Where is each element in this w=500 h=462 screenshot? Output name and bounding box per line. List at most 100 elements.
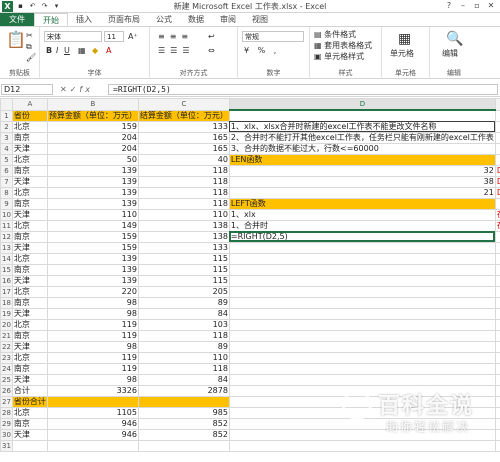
cell-settlement[interactable]: 852 — [137, 428, 230, 441]
cell-budget[interactable]: 204 — [46, 142, 139, 155]
cell-d[interactable] — [228, 109, 496, 122]
tab-insert[interactable]: 插入 — [68, 13, 100, 26]
cell-d[interactable]: 21 — [228, 186, 496, 199]
row-header[interactable]: 25 — [0, 373, 13, 386]
row-header[interactable]: 7 — [0, 175, 13, 188]
cell-d[interactable]: 1、xlx、xlsx合并时新建的excel工作表不能更改文件名称 — [228, 120, 496, 133]
cell-d[interactable]: 3、合并的数据不能过大，行数<=60000 — [228, 142, 496, 155]
cell-settlement[interactable]: 结算金额（单位：万元） — [137, 109, 230, 122]
cell-d[interactable]: 32 — [228, 164, 496, 177]
tab-home[interactable]: 开始 — [34, 13, 68, 26]
cell-e[interactable] — [494, 362, 500, 375]
cell-d[interactable] — [228, 329, 496, 342]
currency-percent-icons[interactable]: ¥ % , — [244, 46, 279, 56]
cell-settlement[interactable]: 110 — [137, 208, 230, 221]
row-header[interactable]: 23 — [0, 351, 13, 364]
row-header[interactable]: 2 — [0, 120, 13, 133]
cell-e[interactable] — [494, 263, 500, 276]
cell-province[interactable]: 南京 — [11, 197, 48, 210]
column-header-d[interactable]: D — [228, 98, 496, 111]
cell-d[interactable] — [228, 241, 496, 254]
cell-settlement[interactable] — [137, 439, 230, 452]
customize-qat-icon[interactable]: ▾ — [52, 2, 61, 11]
cell-province[interactable] — [11, 439, 48, 452]
cell-province[interactable]: 南京 — [11, 362, 48, 375]
cell-budget[interactable]: 139 — [46, 186, 139, 199]
cell-province[interactable]: 北京 — [11, 318, 48, 331]
row-header[interactable]: 13 — [0, 241, 13, 254]
cell-budget[interactable]: 139 — [46, 263, 139, 276]
cell-e[interactable]: 在D3从左往右提取6个字符 — [494, 219, 500, 232]
row-header[interactable]: 3 — [0, 131, 13, 144]
cell-budget[interactable]: 159 — [46, 241, 139, 254]
cell-d[interactable]: 1、xlx — [228, 208, 496, 221]
cell-settlement[interactable]: 138 — [137, 230, 230, 243]
cell-settlement[interactable] — [137, 395, 230, 408]
cell-settlement[interactable]: 118 — [137, 164, 230, 177]
cell-d[interactable]: 38 — [228, 175, 496, 188]
cell-budget[interactable]: 3326 — [46, 384, 139, 397]
row-header[interactable]: 17 — [0, 285, 13, 298]
cell-settlement[interactable]: 985 — [137, 406, 230, 419]
row-header[interactable]: 27 — [0, 395, 13, 408]
cell-settlement[interactable]: 118 — [137, 329, 230, 342]
row-header[interactable]: 8 — [0, 186, 13, 199]
paste-icon[interactable]: 📋 — [6, 31, 26, 49]
undo-icon[interactable]: ↶ — [28, 2, 37, 11]
name-box[interactable]: D12 — [1, 84, 53, 95]
cell-budget[interactable]: 98 — [46, 340, 139, 353]
edit-button[interactable]: 编辑 — [442, 49, 458, 59]
cell-budget[interactable]: 946 — [46, 417, 139, 430]
row-header[interactable]: 6 — [0, 164, 13, 177]
cell-province[interactable]: 省份 — [11, 109, 48, 122]
cell-province[interactable]: 南京 — [11, 230, 48, 243]
cell-settlement[interactable]: 103 — [137, 318, 230, 331]
row-header[interactable]: 30 — [0, 428, 13, 441]
cell-d[interactable] — [228, 373, 496, 386]
cell-province[interactable]: 天津 — [11, 175, 48, 188]
cell-province[interactable]: 天津 — [11, 208, 48, 221]
cell-settlement[interactable]: 852 — [137, 417, 230, 430]
font-name-select[interactable]: 宋体 — [44, 31, 102, 42]
tab-view[interactable]: 视图 — [244, 13, 276, 26]
formula-input[interactable]: =RIGHT(D2,5) — [108, 84, 498, 95]
cell-budget[interactable]: 98 — [46, 307, 139, 320]
cell-e[interactable] — [494, 417, 500, 430]
cell-budget[interactable]: 119 — [46, 318, 139, 331]
minimize-button[interactable]: – — [456, 0, 470, 12]
cell-budget[interactable] — [46, 395, 139, 408]
cell-province[interactable]: 天津 — [11, 373, 48, 386]
cell-settlement[interactable]: 205 — [137, 285, 230, 298]
vertical-align-icons[interactable]: ≡≡≡ — [158, 32, 193, 42]
cell-e[interactable] — [494, 340, 500, 353]
cell-budget[interactable]: 139 — [46, 175, 139, 188]
redo-icon[interactable]: ↷ — [40, 2, 49, 11]
tab-review[interactable]: 审阅 — [212, 13, 244, 26]
wrap-text-icon[interactable]: ↩ — [208, 32, 215, 42]
cell-d[interactable] — [228, 351, 496, 364]
italic-icon[interactable]: I — [56, 46, 58, 56]
cell-e[interactable] — [494, 395, 500, 408]
cell-e[interactable] — [494, 439, 500, 452]
find-icon[interactable]: 🔍 — [446, 31, 463, 47]
conditional-format-button[interactable]: ▤ 条件格式 — [314, 30, 356, 40]
row-header[interactable]: 28 — [0, 406, 13, 419]
cell-budget[interactable]: 220 — [46, 285, 139, 298]
cell-settlement[interactable]: 165 — [137, 142, 230, 155]
table-format-button[interactable]: ▦ 套用表格格式 — [314, 41, 372, 51]
cell-d[interactable] — [228, 252, 496, 265]
horizontal-align-icons[interactable]: ☰☰☰ — [158, 46, 195, 56]
select-all-corner[interactable] — [0, 98, 13, 111]
cell-e[interactable] — [494, 351, 500, 364]
cells-button[interactable]: 单元格 — [390, 49, 414, 59]
row-header[interactable]: 15 — [0, 263, 13, 276]
tab-file[interactable]: 文件 — [0, 13, 34, 26]
row-header[interactable]: 22 — [0, 340, 13, 353]
cell-d[interactable]: LEN函数 — [228, 153, 496, 166]
cell-budget[interactable]: 50 — [46, 153, 139, 166]
cell-budget[interactable]: 1105 — [46, 406, 139, 419]
cell-budget[interactable]: 预算金额（单位：万元） — [46, 109, 139, 122]
row-header[interactable]: 9 — [0, 197, 13, 210]
enter-icon[interactable]: ✓ — [70, 85, 80, 94]
cell-settlement[interactable]: 89 — [137, 296, 230, 309]
